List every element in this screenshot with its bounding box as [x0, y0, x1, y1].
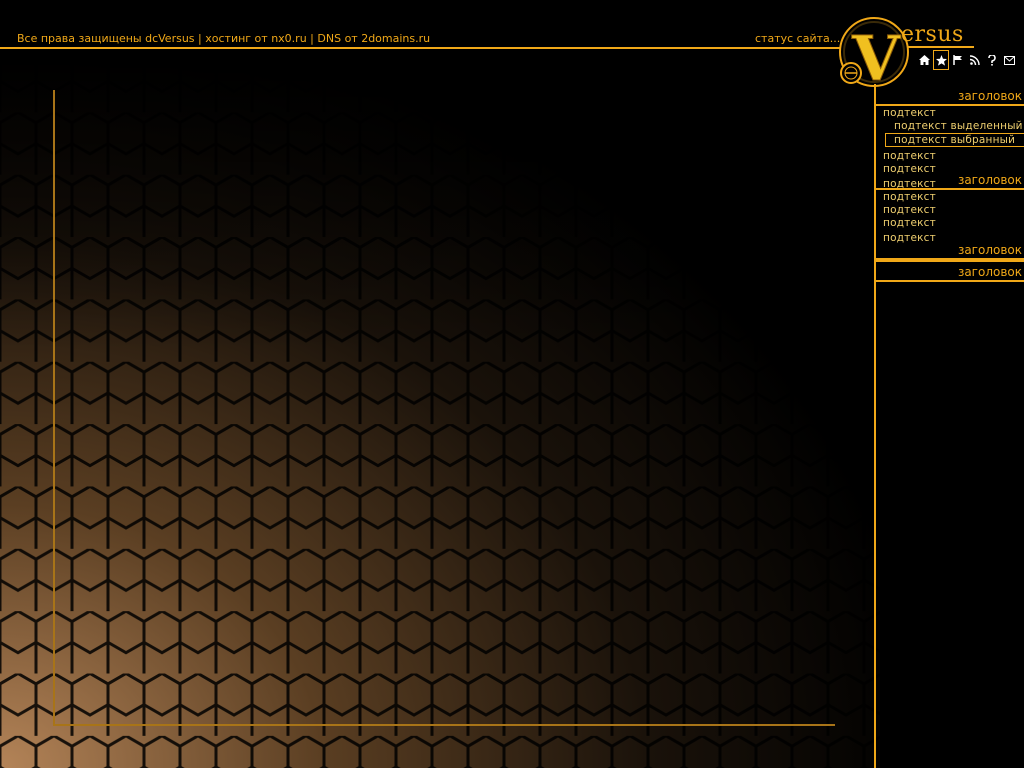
page: Все права защищены dcVersus | хостинг от… [0, 0, 1024, 768]
menu-group: заголовок подтекст подтекст подтекст под… [876, 170, 1024, 248]
header-divider [0, 47, 852, 49]
menu-header[interactable]: заголовок [876, 260, 1024, 282]
dns-link[interactable]: 2domains.ru [361, 32, 430, 45]
menu-item[interactable]: подтекст [876, 204, 1024, 217]
menu-item[interactable]: подтекст [876, 191, 1024, 204]
brand-link[interactable]: dcVersus [145, 32, 194, 45]
content-frame-left [53, 90, 55, 726]
menu-item-selected[interactable]: подтекст выбранный [885, 133, 1024, 147]
home-icon[interactable] [916, 52, 932, 68]
menu-item[interactable]: подтекст [876, 107, 1024, 120]
separator-hosting: | хостинг от [194, 32, 272, 45]
menu-item[interactable]: подтекст [876, 217, 1024, 230]
menu-item-highlighted[interactable]: подтекст выделенный [876, 120, 1024, 133]
copyright-prefix: Все права защищены [17, 32, 146, 45]
star-icon[interactable] [933, 50, 949, 70]
svg-text:V: V [851, 22, 901, 92]
menu-header[interactable]: заголовок [876, 240, 1024, 260]
rss-icon[interactable] [967, 52, 983, 68]
help-icon[interactable] [984, 52, 1000, 68]
menu-header[interactable]: заголовок [876, 170, 1024, 190]
hex-background [0, 50, 880, 768]
sidebar: заголовок подтекст подтекст выделенный п… [876, 86, 1024, 282]
menu-group: заголовок [876, 240, 1024, 260]
copyright-text: Все права защищены dcVersus | хостинг от… [17, 32, 430, 45]
menu-group: заголовок [876, 260, 1024, 282]
hosting-link[interactable]: nx0.ru [271, 32, 306, 45]
menu-header[interactable]: заголовок [876, 86, 1024, 106]
logo-wordmark: ersus [901, 22, 964, 47]
content-frame-bottom [53, 724, 835, 726]
flag-icon[interactable] [950, 52, 966, 68]
menu-item[interactable]: подтекст [876, 150, 1024, 163]
site-status: статус сайта... [755, 32, 841, 45]
quick-icons [916, 50, 1018, 70]
mail-icon[interactable] [1001, 52, 1017, 68]
separator-dns: | DNS от [306, 32, 362, 45]
